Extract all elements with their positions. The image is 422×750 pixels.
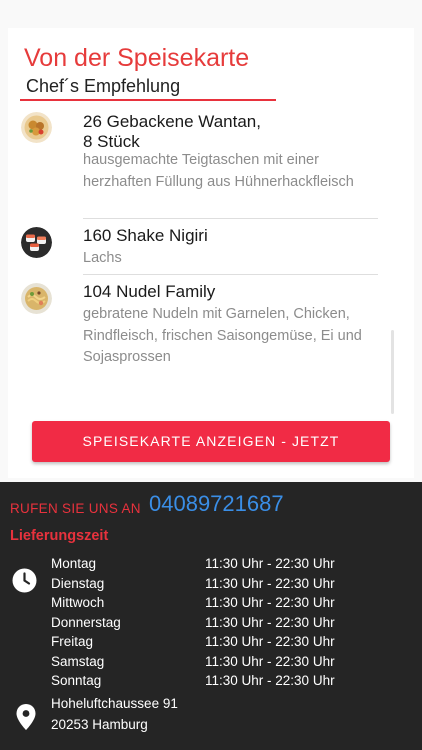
- hours-row: Samstag 11:30 Uhr - 22:30 Uhr: [51, 654, 371, 674]
- hours-day: Samstag: [51, 653, 105, 669]
- hours-row: Freitag 11:30 Uhr - 22:30 Uhr: [51, 634, 371, 654]
- hours-time: 11:30 Uhr - 22:30 Uhr: [205, 653, 335, 669]
- hours-time: 11:30 Uhr - 22:30 Uhr: [205, 673, 335, 688]
- hours-day: Mittwoch: [51, 595, 105, 610]
- menu-item-title: 160 Shake Nigiri: [83, 226, 208, 245]
- hours-row: Mittwoch 11:30 Uhr - 22:30 Uhr: [51, 595, 371, 615]
- menu-item-description: gebratene Nudeln mit Garnelen, Chicken, …: [83, 306, 362, 365]
- menu-item-description: hausgemachte Teigtaschen mit einer herzh…: [83, 152, 354, 190]
- hours-day: Dienstag: [51, 575, 105, 591]
- hours-row: Sonntag 11:30 Uhr - 22:30 Uhr: [51, 673, 371, 693]
- hours-time: 11:30 Uhr - 22:30 Uhr: [205, 575, 335, 591]
- call-us-label: RUFEN SIE UNS AN: [10, 501, 141, 516]
- address[interactable]: Hoheluftchaussee 91 20253 Hamburg: [51, 693, 178, 735]
- address-street: Hoheluftchaussee 91: [51, 696, 178, 711]
- item-divider: [83, 218, 378, 219]
- subtitle-underline: [20, 99, 276, 101]
- menu-subtitle: Chef´s Empfehlung: [26, 76, 181, 96]
- hours-day: Freitag: [51, 634, 94, 649]
- item-divider: [83, 274, 378, 275]
- clock-icon: [12, 568, 37, 593]
- menu-scrollbar[interactable]: [391, 330, 394, 414]
- nigiri-thumbnail: [21, 227, 52, 258]
- hours-time: 11:30 Uhr - 22:30 Uhr: [205, 556, 335, 571]
- wantan-thumbnail: [21, 112, 52, 143]
- hours-day: Montag: [51, 556, 97, 571]
- hours-row: Donnerstag 11:30 Uhr - 22:30 Uhr: [51, 615, 371, 635]
- menu-title: Von der Speisekarte: [24, 44, 250, 72]
- opening-hours-table: Montag 11:30 Uhr - 22:30 Uhr Dienstag 11…: [51, 556, 371, 693]
- menu-item-description: Lachs: [83, 250, 122, 266]
- hours-day: Donnerstag: [51, 614, 121, 630]
- hours-day: Sonntag: [51, 673, 102, 688]
- hours-row: Dienstag 11:30 Uhr - 22:30 Uhr: [51, 576, 371, 596]
- menu-item-title: 26 Gebackene Wantan, 8 Stück: [83, 112, 261, 151]
- location-pin-icon: [16, 704, 36, 730]
- hours-row: Montag 11:30 Uhr - 22:30 Uhr: [51, 556, 371, 576]
- nudel-thumbnail: [21, 283, 52, 314]
- hours-time: 11:30 Uhr - 22:30 Uhr: [205, 595, 335, 610]
- address-city: 20253 Hamburg: [51, 717, 148, 732]
- hours-time: 11:30 Uhr - 22:30 Uhr: [205, 634, 335, 649]
- delivery-hours-heading: Lieferungszeit: [10, 528, 109, 544]
- phone-number-link[interactable]: 04089721687: [149, 491, 284, 517]
- menu-item-title: 104 Nudel Family: [83, 282, 216, 301]
- show-menu-button[interactable]: SPEISEKARTE ANZEIGEN - JETZT: [32, 421, 390, 462]
- hours-time: 11:30 Uhr - 22:30 Uhr: [205, 614, 335, 630]
